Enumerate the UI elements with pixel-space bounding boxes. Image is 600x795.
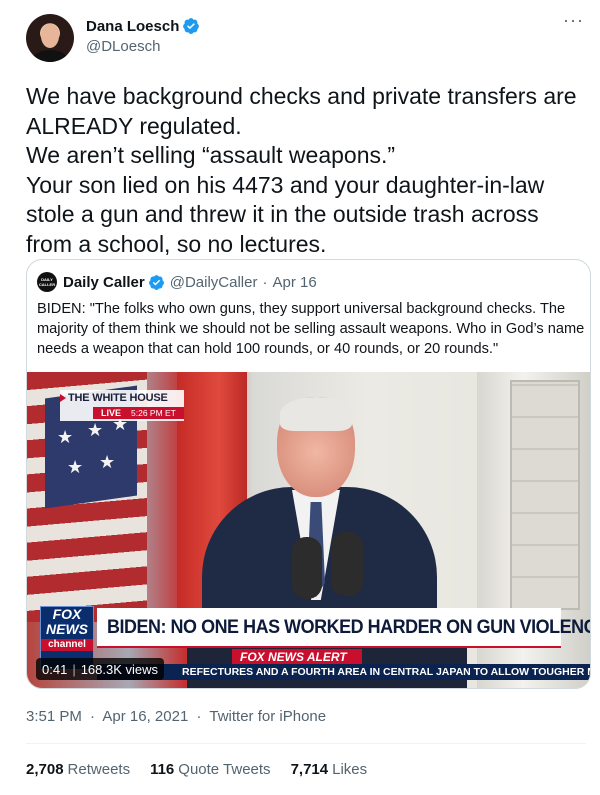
likes-count: 7,714 [290, 761, 329, 778]
tweet-date[interactable]: Apr 16, 2021 [102, 708, 188, 725]
quoted-author-name: Daily Caller [63, 273, 145, 291]
live-time: 5:26 PM ET [131, 408, 176, 418]
avatar-shoulders [32, 50, 68, 62]
live-bar: LIVE 5:26 PM ET [93, 407, 184, 419]
meta-separator: · [90, 708, 96, 725]
flag-star-icon: ★ [87, 420, 104, 440]
location-label: THE WHITE HOUSE [68, 392, 168, 404]
live-label: LIVE [100, 408, 121, 418]
likes-label: Likes [332, 761, 368, 778]
likes-stat[interactable]: 7,714 Likes [291, 761, 368, 778]
author-display-name[interactable]: Dana Loesch [86, 18, 179, 35]
flag-star-icon: ★ [67, 457, 84, 477]
video-info-badge: 0:41 | 168.3K views [36, 658, 165, 680]
author-name-row[interactable]: Dana Loesch [86, 17, 200, 35]
quoted-tweet[interactable]: DAILY CALLER Daily Caller @DailyCaller ·… [26, 259, 591, 689]
quoted-tweet-text: BIDEN: "The folks who own guns, they sup… [37, 301, 585, 357]
quoted-tweet-header: DAILY CALLER Daily Caller @DailyCaller ·… [37, 272, 317, 292]
chyron-headline: BIDEN: NO ONE HAS WORKED HARDER ON GUN V… [107, 616, 591, 638]
retweets-count: 2,708 [26, 761, 64, 778]
video-door [510, 380, 580, 610]
retweets-stat[interactable]: 2,708 Retweets [26, 761, 130, 778]
quoted-verified-badge-icon [148, 274, 164, 290]
alert-label: FOX NEWS ALERT [240, 650, 347, 664]
alert-bar: FOX NEWS ALERT [232, 649, 362, 665]
author-handle[interactable]: @DLoesch [86, 38, 160, 55]
tweet-source[interactable]: Twitter for iPhone [209, 708, 326, 725]
verified-badge-icon [183, 18, 200, 34]
video-player[interactable]: ★ ★ ★ ★ ★ THE WHITE HOUSE LIVE 5:26 PM E… [27, 372, 590, 688]
tweet-header: Dana Loesch @DLoesch ··· [26, 10, 586, 64]
chyron: BIDEN: NO ONE HAS WORKED HARDER ON GUN V… [97, 608, 590, 648]
location-bug: THE WHITE HOUSE LIVE 5:26 PM ET [60, 390, 184, 421]
quoted-date: Apr 16 [272, 273, 317, 291]
microphone-icon [292, 537, 322, 599]
video-views: 168.3K views [80, 661, 159, 677]
tweet-metadata: 3:51 PM · Apr 16, 2021 · Twitter for iPh… [26, 708, 326, 725]
quote-tweets-label: Quote Tweets [178, 761, 271, 778]
ticker-text: REFECTURES AND A FOURTH AREA IN CENTRAL … [182, 666, 590, 678]
news-ticker: REFECTURES AND A FOURTH AREA IN CENTRAL … [97, 664, 590, 680]
quote-tweets-count: 116 [150, 761, 175, 778]
quote-tweets-stat[interactable]: 116 Quote Tweets [150, 761, 270, 778]
author-avatar[interactable] [26, 14, 74, 62]
microphone-icon [331, 532, 363, 596]
retweets-label: Retweets [67, 761, 131, 778]
speaker-hair [280, 397, 352, 431]
quoted-author-avatar: DAILY CALLER [37, 272, 57, 292]
divider [26, 743, 586, 744]
flag-star-icon: ★ [57, 427, 74, 447]
more-options-icon[interactable]: ··· [563, 10, 584, 31]
location-arrow-icon [60, 394, 66, 402]
engagement-stats: 2,708 Retweets 116 Quote Tweets 7,714 Likes [26, 761, 387, 778]
badge-separator: | [72, 661, 76, 677]
flag-star-icon: ★ [99, 452, 116, 472]
tweet-time[interactable]: 3:51 PM [26, 708, 82, 725]
tweet-text: We have background checks and private tr… [26, 83, 577, 257]
fox-logo-channel: channel [41, 639, 93, 651]
quoted-dot-separator: · [262, 273, 268, 291]
fox-logo-line1: FOX [52, 606, 82, 622]
fox-logo-line2: NEWS [46, 621, 88, 637]
quoted-author-handle: @DailyCaller [169, 273, 258, 291]
avatar-face [41, 24, 59, 48]
meta-separator: · [196, 708, 202, 725]
video-duration: 0:41 [42, 661, 68, 677]
